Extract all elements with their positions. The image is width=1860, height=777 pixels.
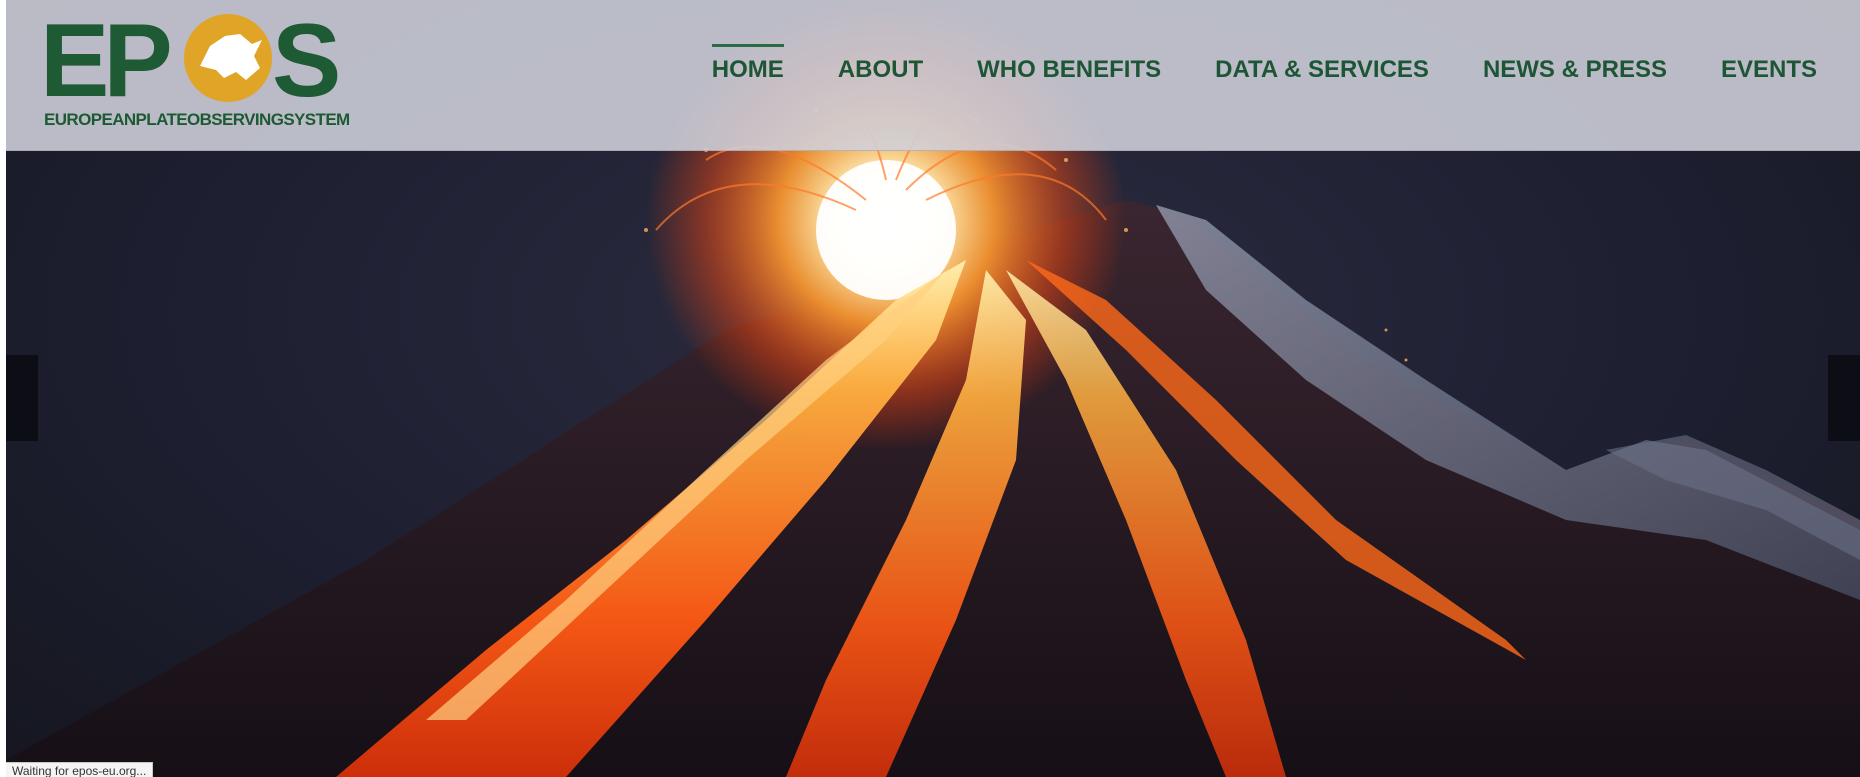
logo-tagline: EUROPEANPLATEOBSERVINGSYSTEM xyxy=(44,110,350,129)
nav-news-press[interactable]: NEWS & PRESS xyxy=(1456,50,1694,90)
epos-logo[interactable]: EP S EUROPEANPLATEOBSERVINGSYSTEM xyxy=(40,6,360,136)
page: EP S EUROPEANPLATEOBSERVINGSYSTEM HOME A… xyxy=(0,0,1860,777)
epos-logo-mark: EP S xyxy=(40,6,341,106)
logo-letter-s: S xyxy=(272,6,341,106)
main-nav: HOME ABOUT WHO BENEFITS DATA & SERVICES … xyxy=(685,44,1844,90)
logo-letters-ep: EP xyxy=(40,6,169,106)
nav-data-services[interactable]: DATA & SERVICES xyxy=(1188,50,1456,90)
nav-events[interactable]: EVENTS xyxy=(1694,50,1844,90)
nav-about[interactable]: ABOUT xyxy=(811,50,950,90)
slider-prev-button[interactable] xyxy=(6,355,38,441)
site-header: EP S EUROPEANPLATEOBSERVINGSYSTEM HOME A… xyxy=(6,0,1860,151)
nav-home[interactable]: HOME xyxy=(685,44,811,90)
nav-who-benefits[interactable]: WHO BENEFITS xyxy=(950,50,1188,90)
browser-status-text: Waiting for epos-eu.org... xyxy=(6,762,154,777)
slider-next-button[interactable] xyxy=(1828,355,1860,441)
